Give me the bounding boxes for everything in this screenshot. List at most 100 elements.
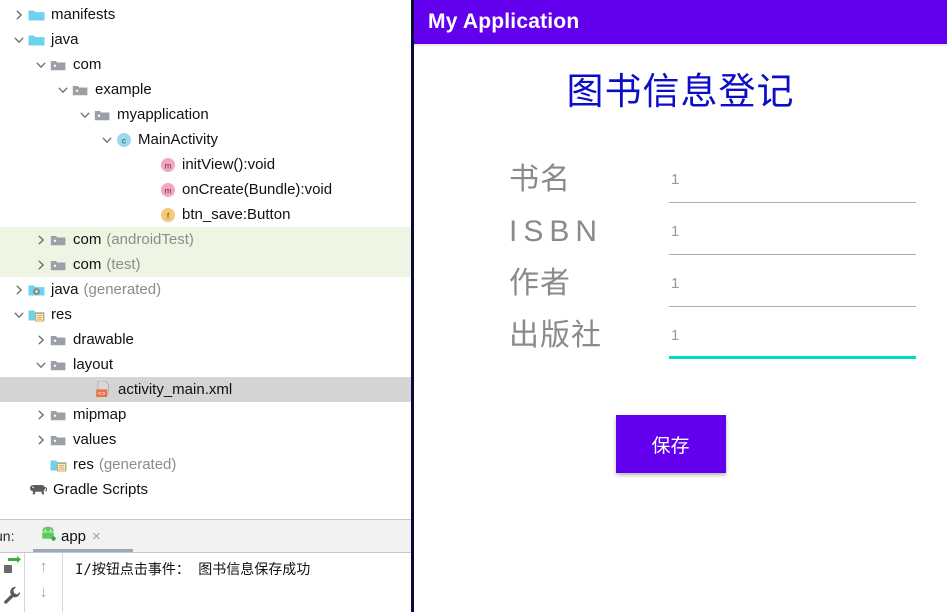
tree-item-label: activity_main.xml [118, 381, 232, 398]
run-panel-label: un: [0, 528, 14, 544]
pane-divider[interactable] [411, 0, 414, 612]
chevron-right-icon[interactable] [34, 408, 48, 422]
chevron-right-icon[interactable] [12, 283, 26, 297]
field-underline-publisher [669, 356, 916, 359]
tree-item-gradle-scripts[interactable]: Gradle Scripts [0, 477, 411, 502]
folder-icon [28, 8, 45, 22]
package-folder-icon [50, 333, 67, 347]
chevron-down-icon[interactable] [12, 33, 26, 47]
android-app-preview: My Application 图书信息登记 书名1ISBN1作者1出版社1 保存 [414, 0, 947, 612]
package-folder-icon [72, 83, 89, 97]
chevron-down-icon[interactable] [78, 108, 92, 122]
run-toolbar-left [0, 553, 25, 612]
save-button[interactable]: 保存 [616, 415, 726, 473]
tree-item-java-generated[interactable]: java(generated) [0, 277, 411, 302]
tree-item-mainactivity[interactable]: c MainActivity [0, 127, 411, 152]
package-folder-icon [50, 433, 67, 447]
book-form: 书名1ISBN1作者1出版社1 [414, 162, 947, 370]
tree-item-layout[interactable]: layout [0, 352, 411, 377]
tree-item-manifests[interactable]: manifests [0, 2, 411, 27]
form-row-publisher: 出版社1 [414, 318, 930, 370]
res-folder-icon [28, 308, 45, 322]
log-line: I/按钮点击事件： 图书信息保存成功 [75, 559, 411, 579]
package-folder-icon [50, 258, 67, 272]
tree-item-myapplication[interactable]: myapplication [0, 102, 411, 127]
tree-item-label: res [51, 306, 72, 323]
tree-item-mipmap[interactable]: mipmap [0, 402, 411, 427]
app-bar-title: My Application [428, 10, 579, 34]
run-tab-active-indicator [33, 549, 133, 552]
tree-item-activity-main[interactable]: <> activity_main.xml [0, 377, 411, 402]
generated-folder-icon [28, 283, 45, 297]
chevron-down-icon[interactable] [56, 83, 70, 97]
tree-item-oncreate[interactable]: monCreate(Bundle):void [0, 177, 411, 202]
package-folder-icon [50, 358, 67, 372]
tree-item-values[interactable]: values [0, 427, 411, 452]
tree-item-label: drawable [73, 331, 134, 348]
run-toolbar-nav: ↑ ↓ [25, 553, 63, 612]
chevron-right-icon[interactable] [34, 333, 48, 347]
tree-item-label: layout [73, 356, 113, 373]
field-input-isbn[interactable]: 1 [669, 214, 916, 255]
wrench-icon[interactable] [3, 586, 21, 609]
screen-root: manifests java com example myapplication c Mai… [0, 0, 947, 612]
svg-text:<>: <> [98, 390, 106, 397]
tree-item-label: values [73, 431, 116, 448]
tree-item-com[interactable]: com [0, 52, 411, 77]
tree-item-label: example [95, 81, 152, 98]
tree-item-label: MainActivity [138, 131, 218, 148]
chevron-right-icon[interactable] [34, 233, 48, 247]
res-folder-icon [50, 458, 67, 472]
tree-item-label: mipmap [73, 406, 126, 423]
tree-item-label: myapplication [117, 106, 209, 123]
chevron-right-icon[interactable] [34, 258, 48, 272]
field-underline-isbn [669, 254, 916, 255]
tree-item-label: com [73, 256, 101, 273]
tree-item-label: Gradle Scripts [53, 481, 148, 498]
logcat-output[interactable]: I/按钮点击事件： 图书信息保存成功 [63, 553, 411, 612]
chevron-right-icon[interactable] [12, 8, 26, 22]
method-icon: m [160, 182, 176, 198]
form-row-author: 作者1 [414, 266, 930, 318]
tree-item-res[interactable]: res [0, 302, 411, 327]
tree-item-label: btn_save:Button [182, 206, 290, 223]
field-label-book-name: 书名 [414, 162, 669, 198]
tree-item-label: initView():void [182, 156, 275, 173]
project-tree[interactable]: manifests java com example myapplication c Mai… [0, 0, 411, 519]
package-folder-icon [50, 58, 67, 72]
tree-item-btnsave[interactable]: fbtn_save:Button [0, 202, 411, 227]
tree-item-label: manifests [51, 6, 115, 23]
folder-icon [28, 33, 45, 47]
package-folder-icon [50, 233, 67, 247]
run-tab-bar: un: app × [0, 520, 411, 553]
chevron-down-icon[interactable] [100, 133, 114, 147]
package-folder-icon [94, 108, 111, 122]
android-robot-icon [39, 526, 57, 547]
tree-item-suffix: (generated) [99, 456, 177, 473]
tree-item-com-androidtest[interactable]: com(androidTest) [0, 227, 411, 252]
field-value-author: 1 [669, 274, 916, 294]
save-button-container: 保存 [414, 415, 947, 473]
field-input-book-name[interactable]: 1 [669, 162, 916, 203]
tree-item-initview[interactable]: m initView():void [0, 152, 411, 177]
chevron-down-icon[interactable] [34, 358, 48, 372]
chevron-down-icon[interactable] [34, 58, 48, 72]
scroll-up-button[interactable]: ↑ [39, 558, 48, 575]
chevron-down-icon[interactable] [12, 308, 26, 322]
tree-item-example[interactable]: example [0, 77, 411, 102]
tree-item-label: java [51, 31, 79, 48]
field-label-publisher: 出版社 [414, 318, 669, 354]
chevron-right-icon[interactable] [34, 433, 48, 447]
tree-item-drawable[interactable]: drawable [0, 327, 411, 352]
tree-item-java[interactable]: java [0, 27, 411, 52]
method-icon: m [160, 157, 176, 173]
field-input-author[interactable]: 1 [669, 266, 916, 307]
app-bar: My Application [414, 0, 947, 44]
close-icon[interactable]: × [92, 529, 101, 544]
scroll-down-button[interactable]: ↓ [39, 583, 48, 600]
tree-item-res-generated[interactable]: res(generated) [0, 452, 411, 477]
rerun-icon[interactable] [3, 556, 21, 579]
tree-item-com-test[interactable]: com(test) [0, 252, 411, 277]
class-icon: c [116, 132, 132, 148]
field-input-publisher[interactable]: 1 [669, 318, 916, 359]
